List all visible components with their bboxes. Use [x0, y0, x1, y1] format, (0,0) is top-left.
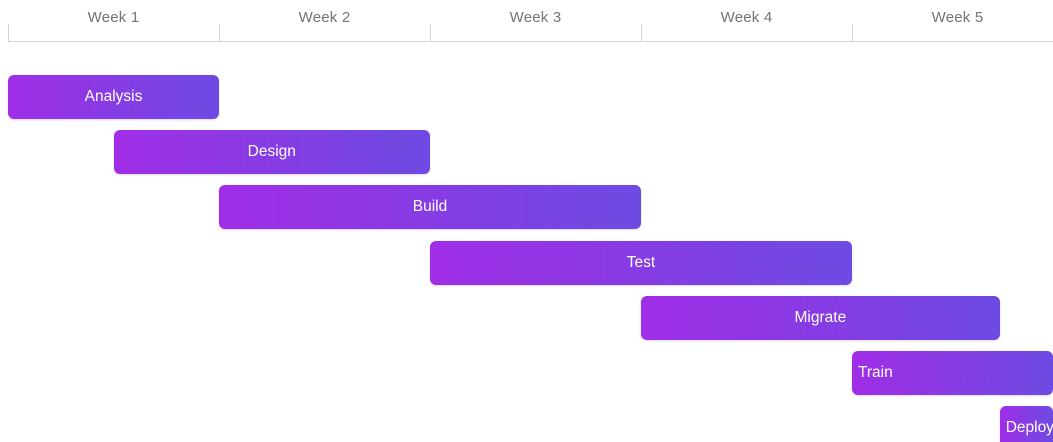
week-label: Week 2: [298, 9, 351, 26]
task-bar-build[interactable]: Build: [219, 185, 641, 230]
task-bar-design[interactable]: Design: [113, 130, 430, 175]
task-label: Analysis: [84, 88, 143, 105]
week-label: Week 4: [720, 9, 773, 26]
task-bar-train[interactable]: Train: [852, 351, 1053, 395]
task-bar-analysis[interactable]: Analysis: [8, 75, 219, 119]
task-label: Build: [412, 198, 448, 216]
timeline-header: Week 1 Week 2 Week 3 Week 4 Week 5: [0, 0, 1053, 44]
task-label: Migrate: [794, 308, 847, 326]
week-label: Week 1: [87, 9, 140, 26]
week-label: Week 3: [509, 9, 562, 26]
task-label: Test: [626, 253, 656, 271]
gantt-chart: Week 1 Week 2 Week 3 Week 4 Week 5 Analy…: [0, 0, 1053, 442]
task-bar-test[interactable]: Test: [430, 240, 852, 285]
task-bar-migrate[interactable]: Migrate: [641, 295, 1000, 340]
task-bar-deploy[interactable]: Deploy: [999, 406, 1053, 442]
timeline-axis-line: [8, 41, 1053, 42]
task-label: Train: [858, 364, 893, 381]
task-label: Deploy: [1005, 419, 1053, 437]
week-label: Week 5: [931, 9, 984, 26]
task-label: Design: [247, 143, 296, 161]
